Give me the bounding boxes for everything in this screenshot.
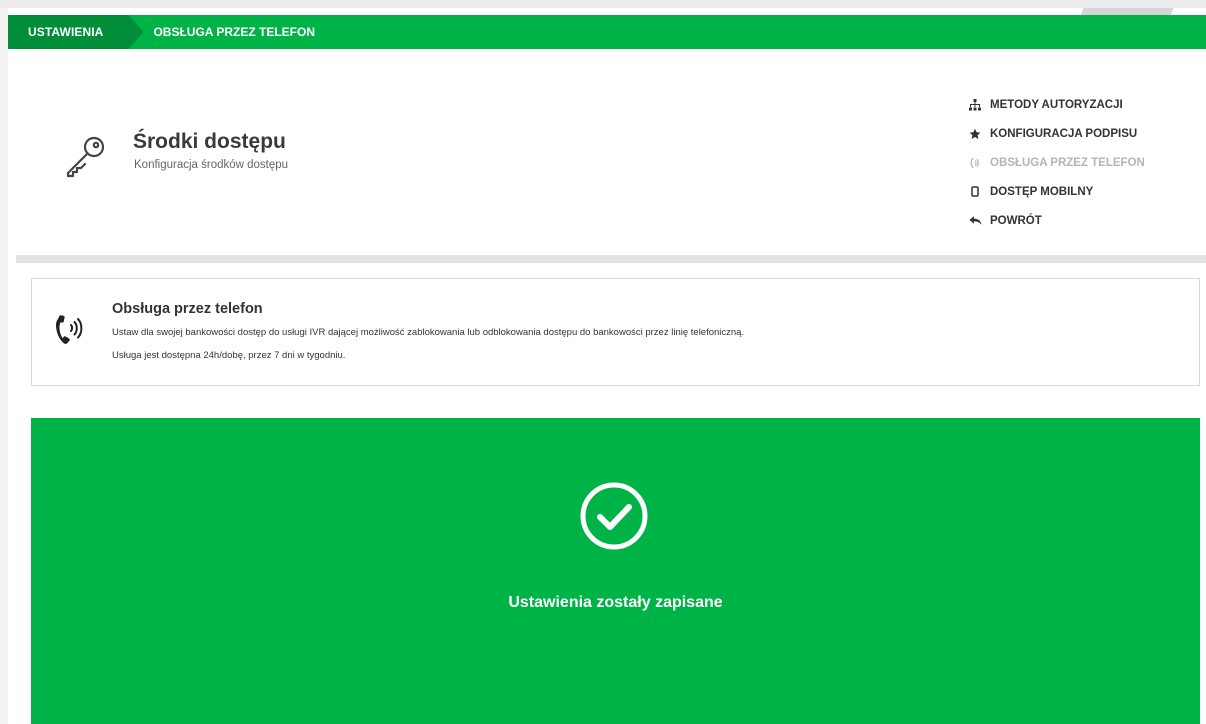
key-icon xyxy=(66,136,105,178)
nav-item-back[interactable]: POWRÓT xyxy=(968,206,1145,235)
info-description: Ustaw dla swojej bankowości dostęp do us… xyxy=(112,327,745,338)
success-panel: Ustawienia zostały zapisane xyxy=(31,418,1200,724)
breadcrumb-current: OBSŁUGA PRZEZ TELEFON xyxy=(153,25,316,39)
info-availability: Usługa jest dostępna 24h/dobę, przez 7 d… xyxy=(112,350,346,361)
reply-icon xyxy=(968,214,982,228)
nav-item-label: KONFIGURACJA PODPISU xyxy=(990,127,1138,140)
window-left-edge xyxy=(0,8,8,724)
nav-item-label: POWRÓT xyxy=(990,214,1042,227)
page-header: Środki dostępu Konfiguracja środków dost… xyxy=(16,50,1206,255)
side-nav: METODY AUTORYZACJI KONFIGURACJA PODPISU … xyxy=(968,90,1145,235)
phone-volume-icon xyxy=(56,315,83,344)
phone-service-info: Obsługa przez telefon Ustaw dla swojej b… xyxy=(31,278,1200,386)
section-divider xyxy=(16,255,1206,263)
window-top-edge xyxy=(0,0,1206,8)
nav-item-phone-service: OBSŁUGA PRZEZ TELEFON xyxy=(968,148,1145,177)
breadcrumb-settings-link[interactable]: USTAWIENIA xyxy=(8,15,144,49)
nav-item-label: METODY AUTORYZACJI xyxy=(990,98,1123,111)
check-circle-icon xyxy=(580,482,648,550)
info-title: Obsługa przez telefon xyxy=(112,301,263,317)
breadcrumb: USTAWIENIA OBSŁUGA PRZEZ TELEFON xyxy=(8,15,1206,49)
mobile-icon xyxy=(968,185,982,199)
success-message: Ustawienia zostały zapisane xyxy=(508,594,723,611)
page-subtitle: Konfiguracja środków dostępu xyxy=(134,159,289,171)
nav-item-authorization-methods[interactable]: METODY AUTORYZACJI xyxy=(968,90,1145,119)
nav-item-label: OBSŁUGA PRZEZ TELEFON xyxy=(990,156,1145,169)
sitemap-icon xyxy=(968,98,982,112)
phone-volume-icon xyxy=(968,156,982,170)
nav-item-label: DOSTĘP MOBILNY xyxy=(990,185,1094,198)
page-title: Środki dostępu xyxy=(133,130,286,153)
star-icon xyxy=(968,127,982,141)
nav-item-mobile-access[interactable]: DOSTĘP MOBILNY xyxy=(968,177,1145,206)
nav-item-signature-config[interactable]: KONFIGURACJA PODPISU xyxy=(968,119,1145,148)
